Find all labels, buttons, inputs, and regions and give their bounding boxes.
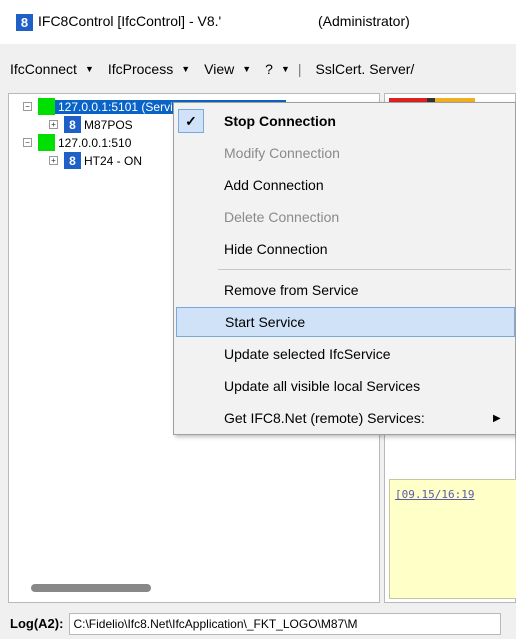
menu-ifcconnect-label: IfcConnect bbox=[10, 61, 77, 77]
menu-help[interactable]: ? ▼ bbox=[265, 61, 290, 77]
menu-item-remove-from-service[interactable]: Remove from Service bbox=[174, 275, 515, 305]
menu-ifcprocess-label: IfcProcess bbox=[107, 61, 174, 77]
menu-item-update-all-visible[interactable]: Update all visible local Services bbox=[174, 371, 515, 401]
menu-help-label: ? bbox=[265, 61, 273, 77]
log-path-field[interactable]: C:\Fidelio\Ifc8.Net\IfcApplication\_FKT_… bbox=[69, 612, 502, 635]
menu-item-stop-connection[interactable]: ✓ Stop Connection bbox=[174, 106, 515, 136]
menu-item-label: Delete Connection bbox=[224, 209, 340, 225]
menu-item-label: Get IFC8.Net (remote) Services: bbox=[224, 410, 425, 426]
collapse-icon[interactable]: − bbox=[23, 102, 32, 111]
menu-item-get-remote-services[interactable]: Get IFC8.Net (remote) Services: ▶ bbox=[174, 403, 515, 433]
menu-item-hide-connection[interactable]: Hide Connection bbox=[174, 234, 515, 264]
menu-item-modify-connection[interactable]: Modify Connection bbox=[174, 138, 515, 168]
window-admin-label: (Administrator) bbox=[318, 13, 410, 29]
menu-separator bbox=[218, 269, 511, 270]
menu-bar: IfcConnect ▼ IfcProcess ▼ View ▼ ? ▼ | S… bbox=[0, 54, 516, 84]
expand-icon[interactable]: + bbox=[49, 120, 58, 129]
menu-ifcconnect[interactable]: IfcConnect ▼ bbox=[10, 61, 94, 77]
window-title: IFC8Control [IfcControl] - V8.' bbox=[38, 13, 222, 29]
collapse-icon[interactable]: − bbox=[23, 138, 32, 147]
tree-node-ht24[interactable]: + 8 HT24 - ON bbox=[49, 152, 145, 169]
chevron-down-icon: ▼ bbox=[242, 64, 252, 74]
menu-item-label: Update all visible local Services bbox=[224, 378, 421, 394]
chevron-down-icon: ▼ bbox=[181, 64, 191, 74]
app-icon-glyph: 8 bbox=[20, 15, 29, 30]
ifc8-app-icon: 8 bbox=[16, 14, 33, 31]
menu-item-label: Stop Connection bbox=[224, 113, 336, 129]
menu-item-label: Update selected IfcService bbox=[224, 346, 391, 362]
status-bar: Log(A2): C:\Fidelio\Ifc8.Net\IfcApplicat… bbox=[0, 608, 516, 639]
menu-item-add-connection[interactable]: Add Connection bbox=[174, 170, 515, 200]
menu-item-label: Modify Connection bbox=[224, 145, 340, 161]
title-bar: 8 IFC8Control [IfcControl] - V8.' (Admin… bbox=[0, 0, 516, 44]
menu-sslcert-label: SslCert. Server/ bbox=[315, 61, 415, 77]
expand-icon[interactable]: + bbox=[49, 156, 58, 165]
menu-item-label: Add Connection bbox=[224, 177, 324, 193]
ifc8-logo-icon: 8 bbox=[64, 116, 81, 133]
horizontal-scrollbar-thumb[interactable] bbox=[31, 584, 151, 592]
tree-node-label[interactable]: HT24 - ON bbox=[81, 154, 145, 168]
tree-node-label[interactable]: M87POS bbox=[81, 118, 136, 132]
menu-view[interactable]: View ▼ bbox=[204, 61, 251, 77]
menu-item-update-selected[interactable]: Update selected IfcService bbox=[174, 339, 515, 369]
ifc8-logo-icon: 8 bbox=[64, 152, 81, 169]
tree-node-connection-2[interactable]: − 127.0.0.1:510 bbox=[23, 134, 134, 151]
status-green-icon bbox=[38, 134, 55, 151]
menu-ifcprocess[interactable]: IfcProcess ▼ bbox=[108, 61, 190, 77]
menu-item-label: Remove from Service bbox=[224, 282, 359, 298]
menu-item-start-service[interactable]: Start Service bbox=[176, 307, 515, 337]
menu-item-label: Hide Connection bbox=[224, 241, 328, 257]
menu-divider: | bbox=[297, 61, 302, 77]
checkmark-icon: ✓ bbox=[178, 109, 204, 133]
submenu-arrow-icon: ▶ bbox=[493, 412, 501, 424]
context-menu: ✓ Stop Connection Modify Connection Add … bbox=[173, 102, 516, 435]
tree-node-label[interactable]: 127.0.0.1:510 bbox=[55, 136, 134, 150]
log-entry-link[interactable]: [09.15/16:19 bbox=[395, 488, 474, 501]
chevron-down-icon: ▼ bbox=[280, 64, 290, 74]
menu-view-label: View bbox=[204, 61, 235, 77]
menu-item-delete-connection[interactable]: Delete Connection bbox=[174, 202, 515, 232]
menu-item-label: Start Service bbox=[225, 314, 306, 330]
log-label: Log(A2): bbox=[10, 616, 64, 631]
chevron-down-icon: ▼ bbox=[84, 64, 94, 74]
status-green-icon bbox=[38, 98, 55, 115]
tree-node-m87pos[interactable]: + 8 M87POS bbox=[49, 116, 136, 133]
menu-sslcert-server[interactable]: SslCert. Server/ bbox=[316, 61, 415, 77]
